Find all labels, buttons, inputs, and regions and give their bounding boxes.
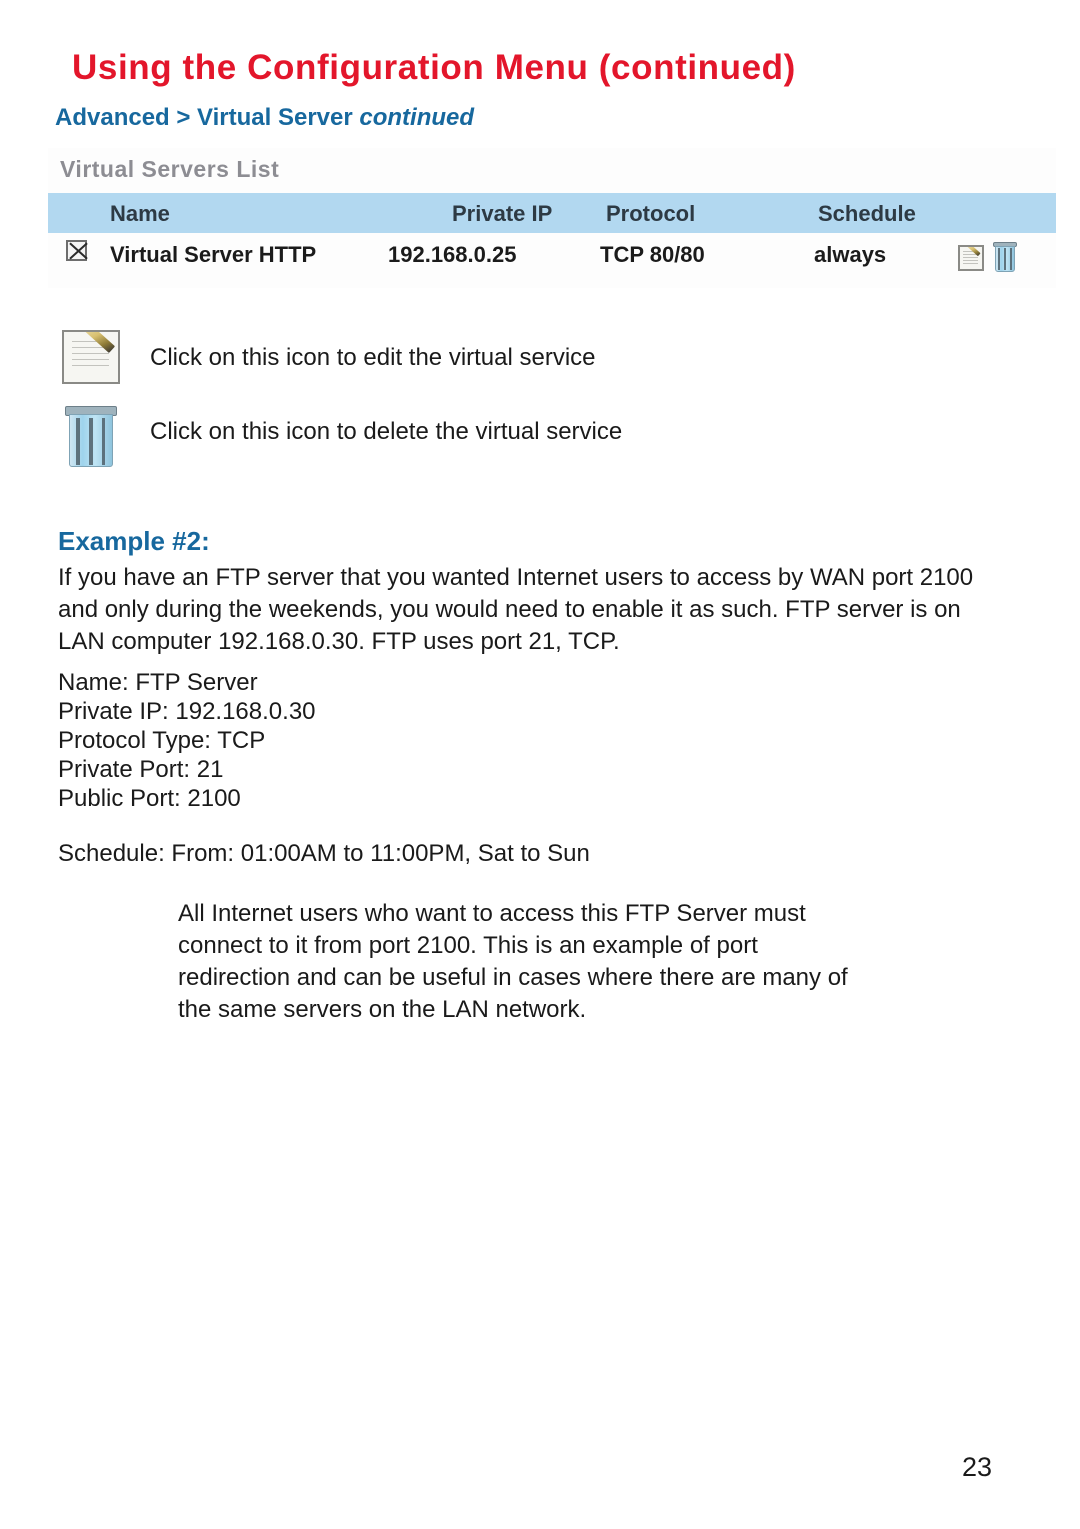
legend-caption-edit: Click on this icon to edit the virtual s… [150,344,596,371]
breadcrumb: Advanced > Virtual Server continued [55,104,474,132]
example-heading: Example #2: [58,526,210,556]
cell-protocol: TCP 80/80 [600,242,705,267]
trash-icon-rib [101,418,106,466]
breadcrumb-continued: continued [359,104,475,131]
param-private-port: Private Port: 21 [58,756,224,783]
cell-schedule: always [814,242,887,267]
page-title: Using the Configuration Menu (continued) [72,48,796,87]
cell-name: Virtual Server HTTP [110,242,317,267]
example-schedule: Schedule: From: 01:00AM to 11:00PM, Sat … [58,840,590,867]
virtual-servers-list-screenshot: Virtual Servers List Name Private IP Pro… [48,148,1056,288]
column-header-private-ip: Private IP [452,201,553,226]
page-number: 23 [962,1452,993,1482]
column-header-schedule: Schedule [818,201,916,226]
example-note: All Internet users who want to access th… [178,900,848,1023]
trash-icon-body [994,245,1016,272]
trash-icon-rib [1009,248,1012,271]
trash-icon-rib [88,418,93,466]
icon-legend: Click on this icon to edit the virtual s… [58,330,1018,478]
example-parameter-list: Name: FTP Server Private IP: 192.168.0.3… [58,668,316,813]
trash-icon-rib [1004,248,1006,271]
breadcrumb-path: Advanced > Virtual Server [55,104,360,131]
legend-caption-delete: Click on this icon to delete the virtual… [150,418,623,445]
edit-icon [62,330,120,384]
param-private-ip: Private IP: 192.168.0.30 [58,698,316,725]
trash-icon-rib [998,248,1000,271]
legend-item-edit: Click on this icon to edit the virtual s… [58,330,1018,404]
param-name: Name: FTP Server [58,669,258,696]
column-header-protocol: Protocol [606,201,696,226]
legend-item-delete: Click on this icon to delete the virtual… [58,404,1018,478]
param-protocol-type: Protocol Type: TCP [58,727,266,754]
trash-icon-rib [76,418,80,466]
panel-title: Virtual Servers List [60,156,280,182]
row-actions [958,236,1042,280]
example-paragraph: If you have an FTP server that you wante… [58,564,974,655]
table-header-row: Name Private IP Protocol Schedule [48,193,1056,233]
trash-icon [64,406,118,468]
table-row[interactable]: Virtual Server HTTP 192.168.0.25 TCP 80/… [48,236,1056,284]
cell-private-ip: 192.168.0.25 [388,242,517,267]
row-enable-checkbox[interactable] [66,240,88,261]
param-public-port: Public Port: 2100 [58,785,241,812]
trash-icon[interactable] [992,242,1018,272]
trash-icon-body [69,414,113,468]
edit-icon[interactable] [958,245,984,271]
column-header-name: Name [110,201,170,226]
